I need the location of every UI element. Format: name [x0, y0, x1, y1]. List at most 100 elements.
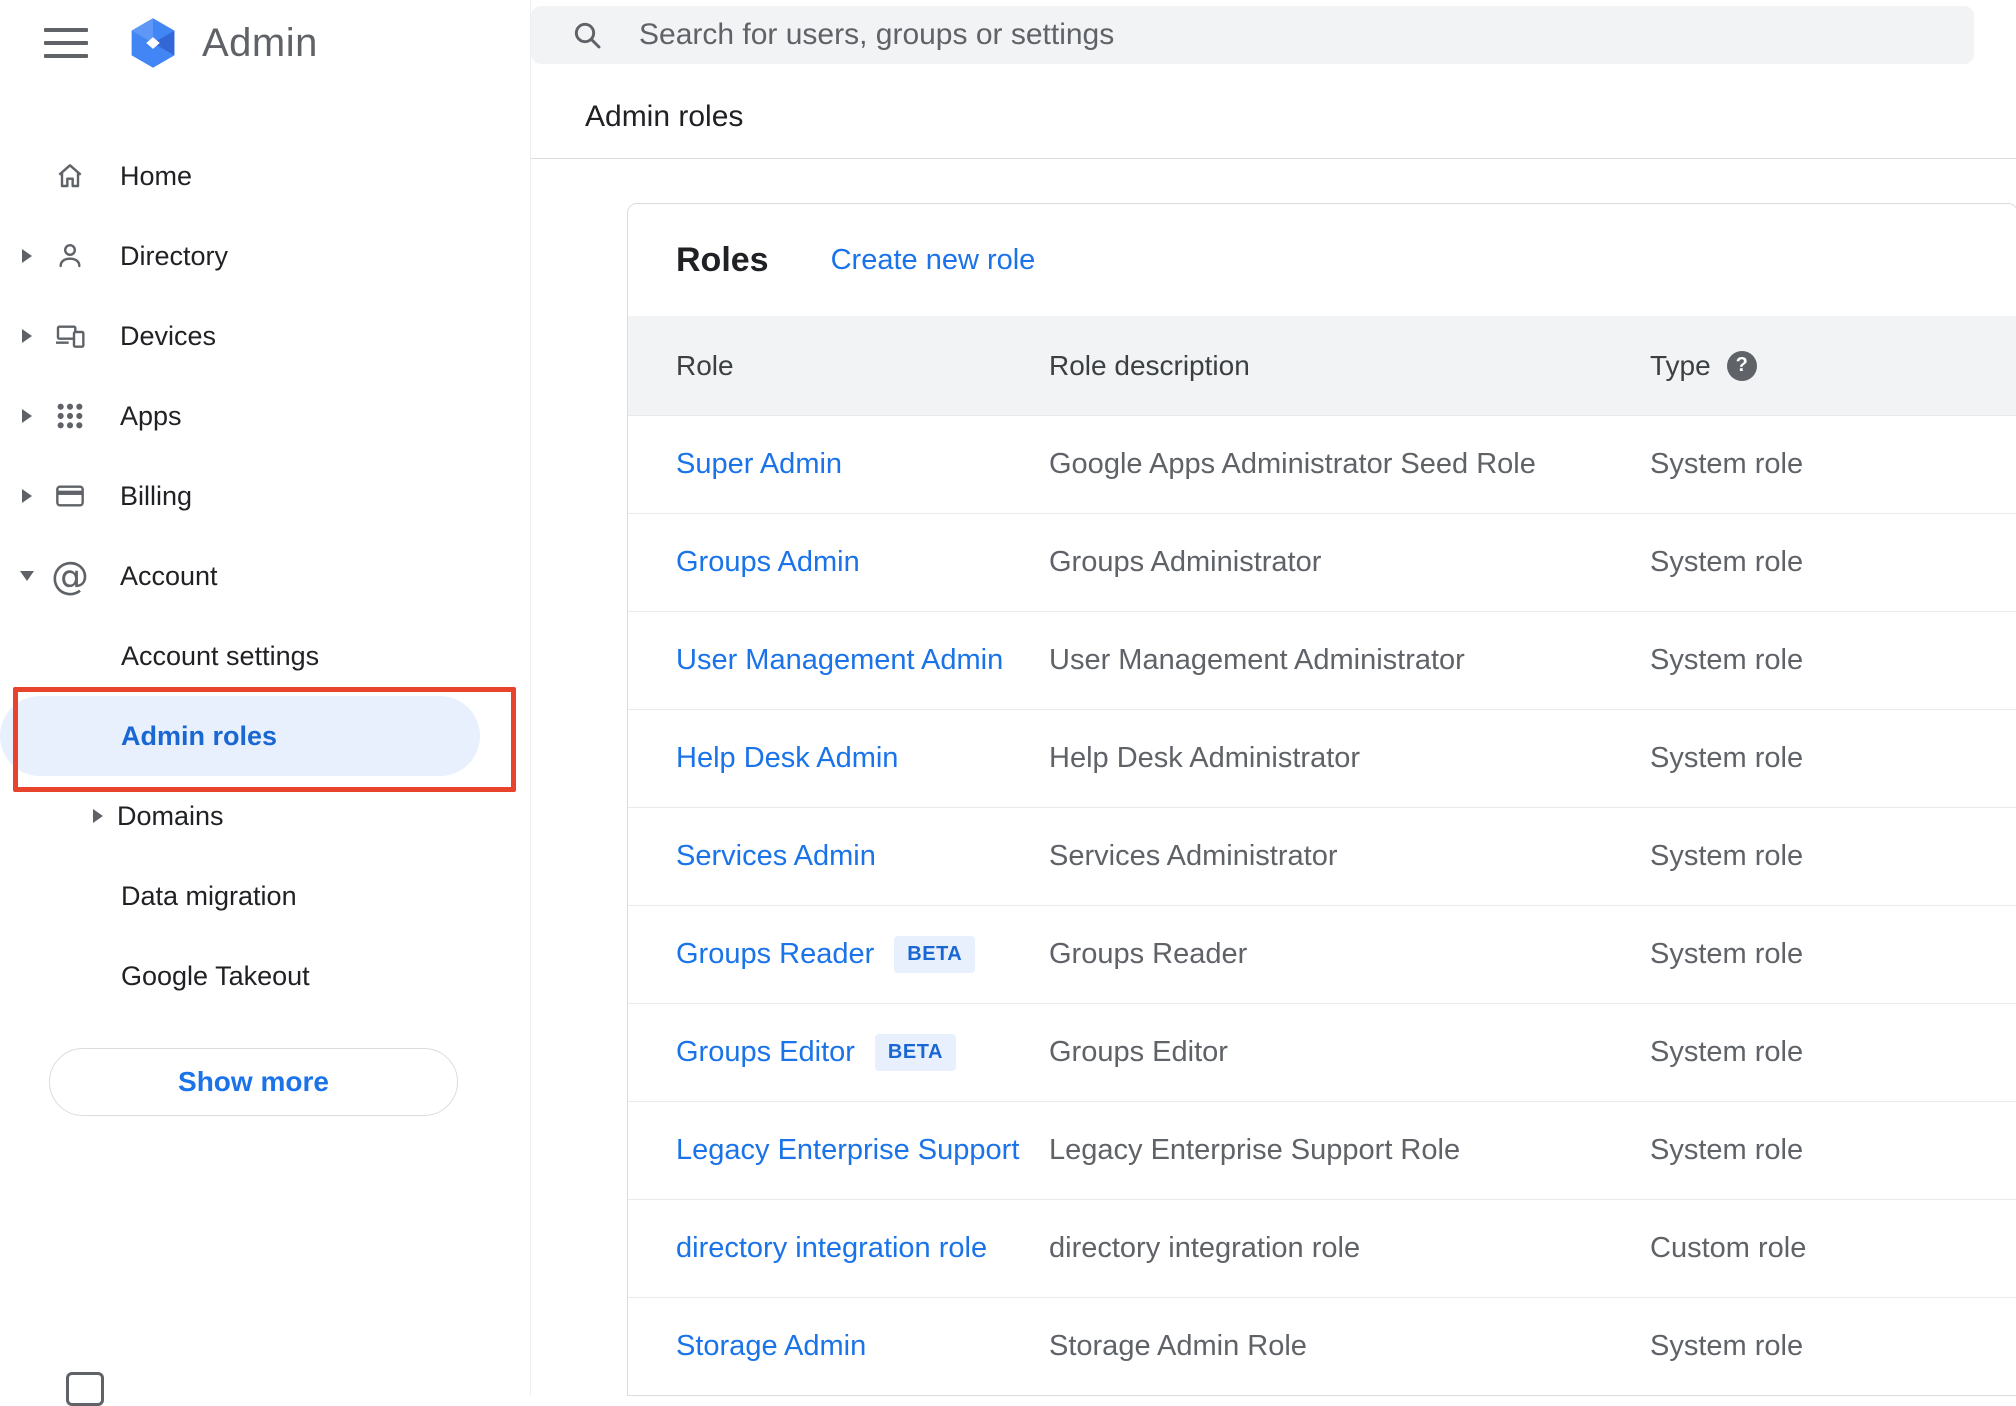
search-input[interactable] — [639, 6, 1974, 64]
at-sign-icon: @ — [51, 554, 89, 598]
sidebar-item-label: Apps — [120, 400, 182, 431]
chevron-right-icon — [93, 809, 103, 823]
sidebar-item-label: Home — [120, 160, 193, 191]
brand-title: Admin — [202, 20, 318, 65]
table-row: Help Desk Admin Help Desk Administrator … — [628, 709, 2016, 807]
column-header-type: Type ? — [1650, 350, 2016, 382]
table-row: directory integration role directory int… — [628, 1199, 2016, 1297]
sidebar-item-label: Account settings — [121, 640, 320, 671]
billing-card-icon — [48, 480, 92, 512]
role-type: System role — [1650, 1134, 1804, 1166]
person-icon — [48, 240, 92, 272]
role-type: System role — [1650, 644, 1804, 676]
home-icon — [48, 160, 92, 192]
roles-title: Roles — [676, 240, 769, 279]
account-subnav: Account settings Admin roles Domains Dat… — [0, 616, 530, 1016]
column-header-role-description: Role description — [1049, 349, 1250, 381]
sidebar-item-admin-roles[interactable]: Admin roles — [0, 696, 480, 776]
role-type: Custom role — [1650, 1232, 1807, 1264]
sidebar-item-label: Directory — [120, 240, 229, 271]
role-link[interactable]: Legacy Enterprise Support — [676, 1134, 1019, 1167]
table-row: Groups Editor BETA Groups Editor System … — [628, 1003, 2016, 1101]
role-link[interactable]: Super Admin — [676, 448, 842, 481]
role-type: System role — [1650, 840, 1804, 872]
roles-card-header: Roles Create new role — [628, 204, 2016, 316]
sidebar-item-account[interactable]: @ Account — [0, 536, 530, 616]
role-link[interactable]: directory integration role — [676, 1232, 987, 1265]
role-description: Groups Administrator — [1049, 546, 1322, 578]
role-type: System role — [1650, 1036, 1804, 1068]
sidebar-item-account-settings[interactable]: Account settings — [0, 616, 530, 696]
role-type: System role — [1650, 546, 1804, 578]
sidebar-item-label: Billing — [120, 480, 193, 511]
role-description: User Management Administrator — [1049, 644, 1465, 676]
sidebar-item-data-migration[interactable]: Data migration — [0, 856, 530, 936]
role-link[interactable]: Help Desk Admin — [676, 742, 898, 775]
sidebar: Admin Home Directory Devices Apps Billin… — [0, 0, 531, 1406]
role-link[interactable]: Groups Admin — [676, 546, 860, 579]
role-description: directory integration role — [1049, 1232, 1361, 1264]
role-type: System role — [1650, 938, 1804, 970]
table-row: Legacy Enterprise Support Legacy Enterpr… — [628, 1101, 2016, 1199]
menu-icon[interactable] — [44, 28, 90, 58]
sidebar-header: Admin — [0, 0, 530, 86]
role-description: Google Apps Administrator Seed Role — [1049, 448, 1536, 480]
create-new-role-link[interactable]: Create new role — [831, 244, 1036, 277]
role-type: System role — [1650, 448, 1804, 480]
sidebar-item-billing[interactable]: Billing — [0, 456, 530, 536]
search-bar — [531, 6, 1974, 64]
role-description: Help Desk Administrator — [1049, 742, 1361, 774]
sidebar-item-devices[interactable]: Devices — [0, 296, 530, 376]
sidebar-item-label: Google Takeout — [121, 960, 310, 991]
table-row: Super Admin Google Apps Administrator Se… — [628, 415, 2016, 513]
table-row: User Management Admin User Management Ad… — [628, 611, 2016, 709]
table-row: Groups Admin Groups Administrator System… — [628, 513, 2016, 611]
chevron-right-icon — [22, 329, 32, 343]
sidebar-item-directory[interactable]: Directory — [0, 216, 530, 296]
table-row: Services Admin Services Administrator Sy… — [628, 807, 2016, 905]
help-icon[interactable]: ? — [1726, 350, 1757, 381]
table-header-row: Role Role description Type ? — [628, 316, 2016, 415]
breadcrumb-divider — [531, 158, 2016, 159]
sidebar-item-label: Domains — [117, 800, 224, 831]
chevron-down-icon — [20, 571, 34, 581]
admin-logo-icon — [126, 14, 180, 72]
role-description: Storage Admin Role — [1049, 1330, 1307, 1362]
show-more-button[interactable]: Show more — [49, 1048, 458, 1116]
role-link[interactable]: Services Admin — [676, 840, 876, 873]
table-row: Groups Reader BETA Groups Reader System … — [628, 905, 2016, 1003]
roles-card: Roles Create new role Role Role descript… — [627, 203, 2016, 1396]
beta-badge: BETA — [874, 1034, 956, 1071]
sidebar-item-label: Admin roles — [121, 720, 278, 751]
roles-table-body: Super Admin Google Apps Administrator Se… — [628, 415, 2016, 1395]
breadcrumb: Admin roles — [585, 100, 744, 133]
sidebar-item-label: Devices — [120, 320, 217, 351]
column-header-role: Role — [676, 349, 734, 381]
role-link[interactable]: User Management Admin — [676, 644, 1003, 677]
role-description: Groups Reader — [1049, 938, 1248, 970]
role-type: System role — [1650, 742, 1804, 774]
chevron-right-icon — [22, 249, 32, 263]
sidebar-item-apps[interactable]: Apps — [0, 376, 530, 456]
role-link[interactable]: Groups Reader — [676, 938, 874, 971]
role-description: Services Administrator — [1049, 840, 1338, 872]
sidebar-item-home[interactable]: Home — [0, 136, 530, 216]
chevron-right-icon — [22, 409, 32, 423]
role-type: System role — [1650, 1330, 1804, 1362]
role-description: Legacy Enterprise Support Role — [1049, 1134, 1461, 1166]
beta-badge: BETA — [894, 936, 976, 973]
apps-grid-icon — [48, 400, 92, 432]
sidebar-nav: Home Directory Devices Apps Billing @ Ac… — [0, 136, 530, 616]
table-row: Storage Admin Storage Admin Role System … — [628, 1297, 2016, 1395]
sidebar-item-label: Data migration — [121, 880, 297, 911]
devices-icon — [48, 320, 92, 352]
role-link[interactable]: Storage Admin — [676, 1330, 866, 1363]
role-link[interactable]: Groups Editor — [676, 1036, 855, 1069]
role-description: Groups Editor — [1049, 1036, 1228, 1068]
search-icon — [574, 22, 601, 49]
sidebar-item-label: Account — [120, 560, 218, 591]
chevron-right-icon — [22, 489, 32, 503]
sidebar-item-google-takeout[interactable]: Google Takeout — [0, 936, 530, 1016]
main-content: Admin roles Roles Create new role Role R… — [531, 0, 2016, 1396]
sidebar-item-domains[interactable]: Domains — [0, 776, 530, 856]
